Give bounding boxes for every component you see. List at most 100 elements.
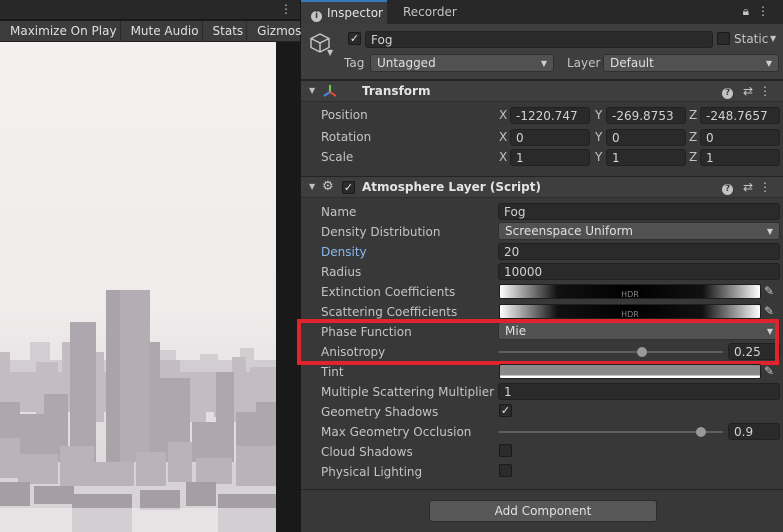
tag-label: Tag (344, 56, 365, 70)
max-geometry-occlusion-field[interactable]: 0.9 (728, 423, 780, 440)
atmosphere-layer-title: Atmosphere Layer (Script) (362, 180, 541, 194)
game-toolbar: Maximize On Play Mute Audio Stats Gizmos… (0, 20, 312, 42)
geometry-shadows-checkbox[interactable]: ✓ (499, 404, 512, 417)
density-distribution-label: Density Distribution (321, 225, 441, 239)
eyedropper-icon[interactable]: ✎ (764, 365, 776, 377)
game-view: ⋮ Maximize On Play Mute Audio Stats Gizm… (0, 0, 312, 532)
eyedropper-icon[interactable]: ✎ (764, 285, 776, 297)
multiple-scattering-field[interactable]: 1 (498, 383, 780, 400)
tag-value: Untagged (377, 56, 436, 70)
name-field[interactable]: Fog (498, 203, 780, 220)
eyedropper-icon[interactable]: ✎ (764, 305, 776, 317)
divider (301, 489, 783, 490)
radius-field[interactable]: 10000 (498, 263, 780, 280)
transform-title: Transform (362, 84, 431, 98)
axis-y-label[interactable]: Y (595, 108, 602, 122)
position-label: Position (321, 108, 368, 122)
max-geometry-occlusion-label: Max Geometry Occlusion (321, 425, 472, 439)
transform-axes-icon (323, 85, 337, 97)
density-label: Density (321, 245, 367, 259)
component-menu-icon[interactable]: ⋮ (759, 84, 777, 98)
highlight-annotation (297, 319, 779, 365)
axis-x-label[interactable]: X (499, 130, 507, 144)
static-dropdown-icon[interactable]: ▼ (770, 34, 776, 43)
rotation-x-field[interactable]: 0 (510, 129, 590, 146)
gizmos-button[interactable]: Gizmos (247, 20, 306, 42)
tab-recorder[interactable]: Recorder (395, 0, 457, 24)
maximize-on-play-button[interactable]: Maximize On Play (0, 20, 121, 42)
object-header: ▼ ✓ Fog Static ▼ Tag Untagged ▼ Layer De… (301, 24, 783, 80)
tab-inspector[interactable]: i Inspector (301, 0, 387, 24)
chevron-down-icon: ▼ (766, 227, 773, 236)
scale-x-field[interactable]: 1 (510, 149, 590, 166)
density-distribution-dropdown[interactable]: Screenspace Uniform ▼ (498, 222, 780, 240)
radius-label: Radius (321, 265, 362, 279)
scattering-coefficients-label: Scattering Coefficients (321, 305, 458, 319)
foldout-arrow-icon[interactable]: ▼ (309, 86, 315, 95)
layer-dropdown[interactable]: Default ▼ (603, 54, 779, 72)
object-name-field[interactable]: Fog (365, 31, 713, 48)
menu-icon[interactable]: ⋮ (757, 4, 777, 18)
transform-header-icons: ? ⇄⋮ (722, 84, 777, 99)
hdr-badge: HDR (621, 310, 639, 319)
component-menu-icon[interactable]: ⋮ (759, 180, 777, 194)
game-view-margin (276, 42, 300, 532)
physical-lighting-checkbox[interactable] (499, 464, 512, 477)
position-y-field[interactable]: -269.8753 (606, 107, 686, 124)
transform-header[interactable]: ▼ Transform ? ⇄⋮ (301, 80, 783, 102)
geometry-shadows-label: Geometry Shadows (321, 405, 439, 419)
layer-value: Default (610, 56, 654, 70)
inspector-panel: i Inspector Recorder 🔒︎⋮ ▼ ✓ Fog Static ▼… (297, 0, 783, 532)
tint-label: Tint (321, 365, 344, 379)
presets-icon[interactable]: ⇄ (743, 84, 759, 98)
game-viewport[interactable] (0, 42, 276, 532)
scattering-color-field[interactable]: HDR (499, 304, 761, 319)
axis-z-label[interactable]: Z (689, 150, 697, 164)
tab-recorder-label: Recorder (403, 5, 457, 19)
chevron-down-icon: ▼ (540, 59, 547, 68)
position-x-field[interactable]: -1220.747 (510, 107, 590, 124)
presets-icon[interactable]: ⇄ (743, 180, 759, 194)
tag-dropdown[interactable]: Untagged ▼ (370, 54, 554, 72)
info-icon: i (311, 11, 322, 22)
inspector-tab-bar: i Inspector Recorder 🔒︎⋮ (301, 0, 783, 24)
atmosphere-layer-header[interactable]: ▼ ⚙ ✓ Atmosphere Layer (Script) ? ⇄⋮ (301, 176, 783, 198)
rotation-label: Rotation (321, 130, 372, 144)
max-geometry-occlusion-slider-track[interactable] (499, 431, 723, 433)
hdr-badge: HDR (621, 290, 639, 299)
position-z-field[interactable]: -248.7657 (700, 107, 780, 124)
density-field[interactable]: 20 (498, 243, 780, 260)
help-icon[interactable]: ? (722, 88, 734, 99)
foggy-city-render (0, 290, 276, 532)
tint-color-field[interactable] (499, 364, 761, 379)
add-component-button[interactable]: Add Component (429, 500, 657, 522)
lock-icon[interactable]: 🔒︎ (743, 4, 757, 18)
multiple-scattering-label: Multiple Scattering Multiplier (321, 385, 495, 399)
cloud-shadows-checkbox[interactable] (499, 444, 512, 457)
density-distribution-value: Screenspace Uniform (505, 224, 633, 238)
mute-audio-button[interactable]: Mute Audio (121, 20, 203, 42)
active-checkbox[interactable]: ✓ (348, 32, 361, 45)
component-enabled-checkbox[interactable]: ✓ (342, 181, 355, 194)
axis-z-label[interactable]: Z (689, 108, 697, 122)
scale-label: Scale (321, 150, 354, 164)
chevron-down-icon: ▼ (765, 59, 772, 68)
extinction-color-field[interactable]: HDR (499, 284, 761, 299)
axis-x-label[interactable]: X (499, 108, 507, 122)
max-geometry-occlusion-slider-thumb[interactable] (695, 427, 706, 437)
axis-z-label[interactable]: Z (689, 130, 697, 144)
scale-z-field[interactable]: 1 (700, 149, 780, 166)
game-tab-bar: ⋮ (0, 0, 300, 20)
static-checkbox[interactable] (717, 32, 730, 45)
axis-y-label[interactable]: Y (595, 150, 602, 164)
axis-x-label[interactable]: X (499, 150, 507, 164)
rotation-y-field[interactable]: 0 (606, 129, 686, 146)
axis-y-label[interactable]: Y (595, 130, 602, 144)
stats-button[interactable]: Stats (203, 20, 248, 42)
game-menu-icon[interactable]: ⋮ (280, 2, 292, 16)
scale-y-field[interactable]: 1 (606, 149, 686, 166)
help-icon[interactable]: ? (722, 184, 734, 195)
foldout-arrow-icon[interactable]: ▼ (309, 182, 315, 191)
icon-dropdown-arrow[interactable]: ▼ (327, 48, 333, 57)
rotation-z-field[interactable]: 0 (700, 129, 780, 146)
